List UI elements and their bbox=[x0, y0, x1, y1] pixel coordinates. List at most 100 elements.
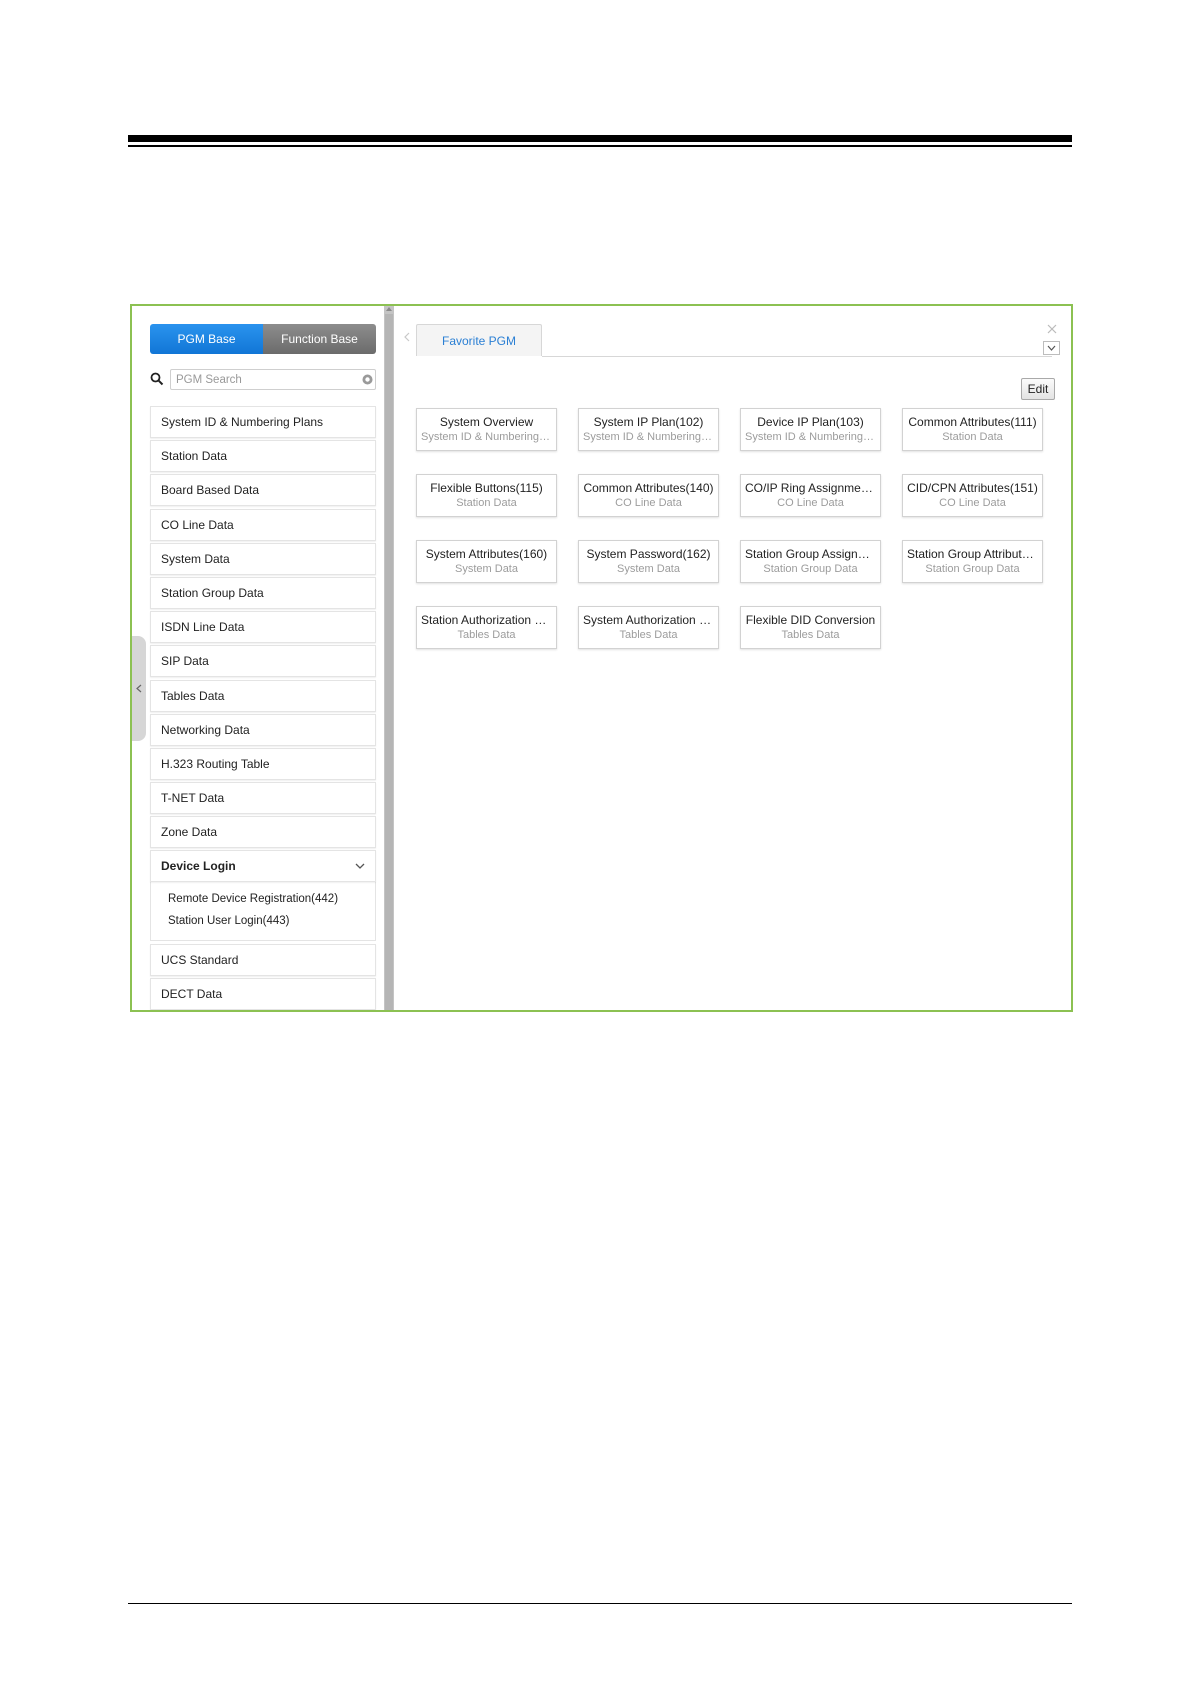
favorite-card-system-ip-plan[interactable]: System IP Plan(102) System ID & Numberin… bbox=[578, 408, 719, 451]
sidebar-item-board-based-data[interactable]: Board Based Data bbox=[150, 474, 376, 507]
card-category: System ID & Numbering Plans bbox=[583, 431, 718, 443]
favorite-card-system-attributes[interactable]: System Attributes(160) System Data bbox=[416, 540, 557, 583]
sidebar-item-tnet-data[interactable]: T-NET Data bbox=[150, 782, 376, 815]
card-category: Tables Data bbox=[457, 629, 516, 641]
tab-scroll-left-icon[interactable] bbox=[403, 332, 410, 342]
tab-underline bbox=[542, 356, 1052, 357]
search-icon bbox=[150, 372, 164, 386]
card-title: Device IP Plan(103) bbox=[757, 415, 864, 429]
sidebar-item-ucs-standard[interactable]: UCS Standard bbox=[150, 943, 376, 976]
card-title: System IP Plan(102) bbox=[593, 415, 704, 429]
close-icon[interactable] bbox=[1047, 324, 1057, 334]
sidebar: PGM Base Function Base System ID & Numbe… bbox=[132, 306, 394, 1010]
chevron-left-icon bbox=[136, 684, 142, 693]
card-title: CO/IP Ring Assignment(144) bbox=[745, 481, 880, 495]
tab-favorite-pgm[interactable]: Favorite PGM bbox=[416, 324, 542, 356]
favorite-card-device-ip-plan[interactable]: Device IP Plan(103) System ID & Numberin… bbox=[740, 408, 881, 451]
main-panel: Favorite PGM Edit System Overview System… bbox=[394, 306, 1071, 1010]
sidebar-item-label: CO Line Data bbox=[161, 517, 234, 532]
card-category: Station Group Data bbox=[763, 563, 858, 575]
card-title: Flexible DID Conversion bbox=[745, 613, 876, 627]
favorite-card-station-common-attributes[interactable]: Common Attributes(111) Station Data bbox=[902, 408, 1043, 451]
card-category: Station Data bbox=[456, 497, 517, 509]
scroll-up-arrow-icon[interactable] bbox=[386, 306, 392, 312]
header-rule-thick bbox=[128, 135, 1072, 142]
clear-search-icon[interactable] bbox=[362, 374, 373, 385]
sidebar-item-station-data[interactable]: Station Data bbox=[150, 440, 376, 473]
sidebar-item-label: Board Based Data bbox=[161, 483, 260, 498]
app-window: PGM Base Function Base System ID & Numbe… bbox=[130, 304, 1073, 1012]
card-category: Station Group Data bbox=[925, 563, 1020, 575]
favorite-card-co-ip-ring-assignment[interactable]: CO/IP Ring Assignment(144) CO Line Data bbox=[740, 474, 881, 517]
header-rule-thin bbox=[128, 145, 1072, 147]
card-category: Station Data bbox=[942, 431, 1003, 443]
device-login-submenu: Remote Device Registration(442) Station … bbox=[150, 882, 376, 942]
sidebar-item-label: Station Data bbox=[161, 449, 228, 464]
favorite-card-flexible-buttons[interactable]: Flexible Buttons(115) Station Data bbox=[416, 474, 557, 517]
sidebar-item-label: Station Group Data bbox=[161, 585, 264, 600]
card-title: Station Group Attributes(191) bbox=[907, 547, 1042, 561]
scrollbar-thumb[interactable] bbox=[385, 314, 393, 1010]
favorite-card-system-password[interactable]: System Password(162) System Data bbox=[578, 540, 719, 583]
card-title: Common Attributes(111) bbox=[908, 415, 1037, 429]
sidebar-item-label: System ID & Numbering Plans bbox=[161, 415, 324, 429]
favorite-card-system-overview[interactable]: System Overview System ID & Numbering Pl… bbox=[416, 408, 557, 451]
sidebar-item-dect-data[interactable]: DECT Data bbox=[150, 977, 376, 1010]
pgm-base-button[interactable]: PGM Base bbox=[150, 324, 263, 354]
sidebar-item-label: SIP Data bbox=[161, 654, 209, 669]
card-category: System Data bbox=[617, 563, 680, 575]
sidebar-item-isdn-line-data[interactable]: ISDN Line Data bbox=[150, 611, 376, 644]
sidebar-item-label: Device Login bbox=[161, 859, 236, 874]
sidebar-item-networking-data[interactable]: Networking Data bbox=[150, 713, 376, 746]
card-title: System Attributes(160) bbox=[425, 547, 548, 561]
card-category: Tables Data bbox=[619, 629, 678, 641]
card-category: System Data bbox=[455, 563, 518, 575]
card-category: System ID & Numbering Plans bbox=[745, 431, 880, 443]
card-title: System Overview bbox=[439, 415, 534, 429]
sidebar-item-label: DECT Data bbox=[161, 986, 223, 1001]
sidebar-item-device-login[interactable]: Device Login bbox=[150, 850, 376, 883]
sidebar-item-label: ISDN Line Data bbox=[161, 620, 245, 635]
sidebar-item-label: H.323 Routing Table bbox=[161, 756, 270, 771]
card-title: Flexible Buttons(115) bbox=[430, 481, 543, 495]
sidebar-item-station-group-data[interactable]: Station Group Data bbox=[150, 576, 376, 609]
favorite-card-flexible-did-conversion[interactable]: Flexible DID Conversion Tables Data bbox=[740, 606, 881, 649]
submenu-item-station-user-login[interactable]: Station User Login(443) bbox=[168, 910, 375, 932]
card-category: CO Line Data bbox=[939, 497, 1006, 509]
card-category: System ID & Numbering Plans bbox=[421, 431, 556, 443]
sidebar-item-label: T-NET Data bbox=[161, 791, 225, 806]
sidebar-item-label: System Data bbox=[161, 551, 230, 566]
sidebar-item-label: Networking Data bbox=[161, 722, 250, 737]
sidebar-item-tables-data[interactable]: Tables Data bbox=[150, 679, 376, 712]
card-category: CO Line Data bbox=[777, 497, 844, 509]
favorite-card-co-common-attributes[interactable]: Common Attributes(140) CO Line Data bbox=[578, 474, 719, 517]
favorite-card-system-authorization[interactable]: System Authorization Code Tables Data bbox=[578, 606, 719, 649]
submenu-item-remote-device-registration[interactable]: Remote Device Registration(442) bbox=[168, 888, 375, 910]
card-title: System Password(162) bbox=[586, 547, 711, 561]
card-title: Common Attributes(140) bbox=[583, 481, 714, 495]
sidebar-item-h323-routing-table[interactable]: H.323 Routing Table bbox=[150, 747, 376, 780]
sidebar-item-label: Zone Data bbox=[161, 825, 218, 840]
favorite-card-station-authorization[interactable]: Station Authorization Code Tables Data bbox=[416, 606, 557, 649]
card-title: System Authorization Code bbox=[583, 613, 718, 627]
sidebar-item-system-id-numbering[interactable]: System ID & Numbering Plans bbox=[150, 406, 376, 438]
tab-dropdown-button[interactable] bbox=[1043, 341, 1060, 355]
sidebar-scrollbar[interactable] bbox=[384, 306, 394, 1010]
sidebar-item-zone-data[interactable]: Zone Data bbox=[150, 816, 376, 849]
sidebar-item-sip-data[interactable]: SIP Data bbox=[150, 645, 376, 678]
sidebar-item-system-data[interactable]: System Data bbox=[150, 542, 376, 575]
pgm-search-input[interactable] bbox=[170, 369, 376, 390]
card-title: Station Group Assignment(190) bbox=[745, 547, 880, 561]
card-category: Tables Data bbox=[781, 629, 840, 641]
function-base-button[interactable]: Function Base bbox=[263, 324, 376, 354]
footer-rule bbox=[128, 1603, 1072, 1604]
card-title: Station Authorization Code bbox=[421, 613, 556, 627]
edit-button[interactable]: Edit bbox=[1021, 378, 1055, 400]
sidebar-item-label: Tables Data bbox=[161, 688, 225, 703]
sidebar-item-co-line-data[interactable]: CO Line Data bbox=[150, 508, 376, 541]
favorite-card-cid-cpn-attributes[interactable]: CID/CPN Attributes(151) CO Line Data bbox=[902, 474, 1043, 517]
sidebar-collapse-handle[interactable] bbox=[132, 636, 146, 741]
chevron-down-icon bbox=[1047, 345, 1056, 351]
favorite-card-station-group-attributes[interactable]: Station Group Attributes(191) Station Gr… bbox=[902, 540, 1043, 583]
favorite-card-station-group-assignment[interactable]: Station Group Assignment(190) Station Gr… bbox=[740, 540, 881, 583]
